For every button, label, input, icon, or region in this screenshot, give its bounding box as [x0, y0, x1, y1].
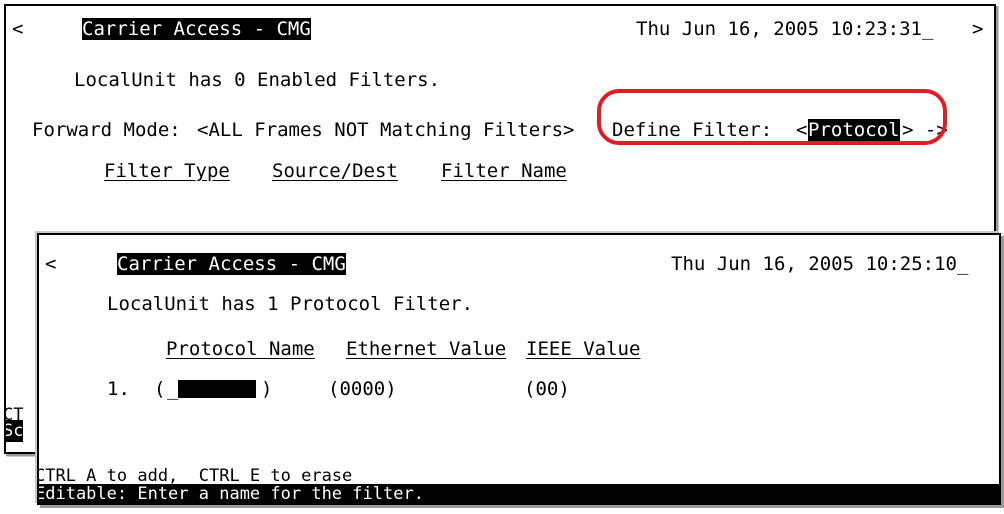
- column-protocol-name: Protocol Name: [166, 338, 315, 360]
- protocol-name-close: ): [261, 378, 273, 400]
- foreground-terminal-window: < Carrier Access - CMG Thu Jun 16, 2005 …: [37, 233, 1001, 505]
- protocol-name-open: (: [154, 378, 166, 400]
- define-filter-value[interactable]: Protocol: [808, 119, 900, 141]
- cursor: _: [167, 378, 179, 400]
- datetime: Thu Jun 16, 2005 10:23:31_: [636, 18, 934, 40]
- column-ethernet-value: Ethernet Value: [346, 338, 507, 360]
- protocol-filter-status: LocalUnit has 1 Protocol Filter.: [107, 293, 474, 315]
- row-index: 1.: [107, 378, 130, 400]
- define-filter-open: <: [796, 119, 808, 141]
- status-bar: Editable: Enter a name for the filter.: [37, 484, 999, 504]
- ieee-value[interactable]: (00): [524, 378, 570, 400]
- nav-left-arrow[interactable]: <: [12, 18, 23, 40]
- nav-right-arrow[interactable]: >: [972, 18, 983, 40]
- column-filter-name: Filter Name: [441, 160, 567, 182]
- forward-mode-label: Forward Mode:: [32, 119, 181, 141]
- protocol-name-input[interactable]: _: [167, 378, 257, 400]
- column-source-dest: Source/Dest: [272, 160, 398, 182]
- enabled-filters-status: LocalUnit has 0 Enabled Filters.: [74, 69, 441, 91]
- keyboard-help-line: CTRL A to add, CTRL E to erase: [37, 466, 353, 486]
- define-filter-close: > ->: [902, 119, 948, 141]
- define-filter-label: Define Filter:: [612, 119, 773, 141]
- nav-left-arrow[interactable]: <: [45, 253, 56, 275]
- column-ieee-value: IEEE Value: [526, 338, 641, 360]
- column-filter-type: Filter Type: [104, 160, 230, 182]
- terminal-title: Carrier Access - CMG: [117, 253, 346, 275]
- status-bar-text: Editable: Enter a name for the filter.: [37, 484, 424, 504]
- forward-mode-value[interactable]: <ALL Frames NOT Matching Filters>: [197, 119, 575, 141]
- datetime: Thu Jun 16, 2005 10:25:10_: [671, 253, 969, 275]
- terminal-title: Carrier Access - CMG: [82, 18, 311, 40]
- ethernet-value[interactable]: (0000): [328, 378, 397, 400]
- input-highlight-block: [178, 380, 257, 398]
- obscured-status-line: Sc: [4, 420, 24, 442]
